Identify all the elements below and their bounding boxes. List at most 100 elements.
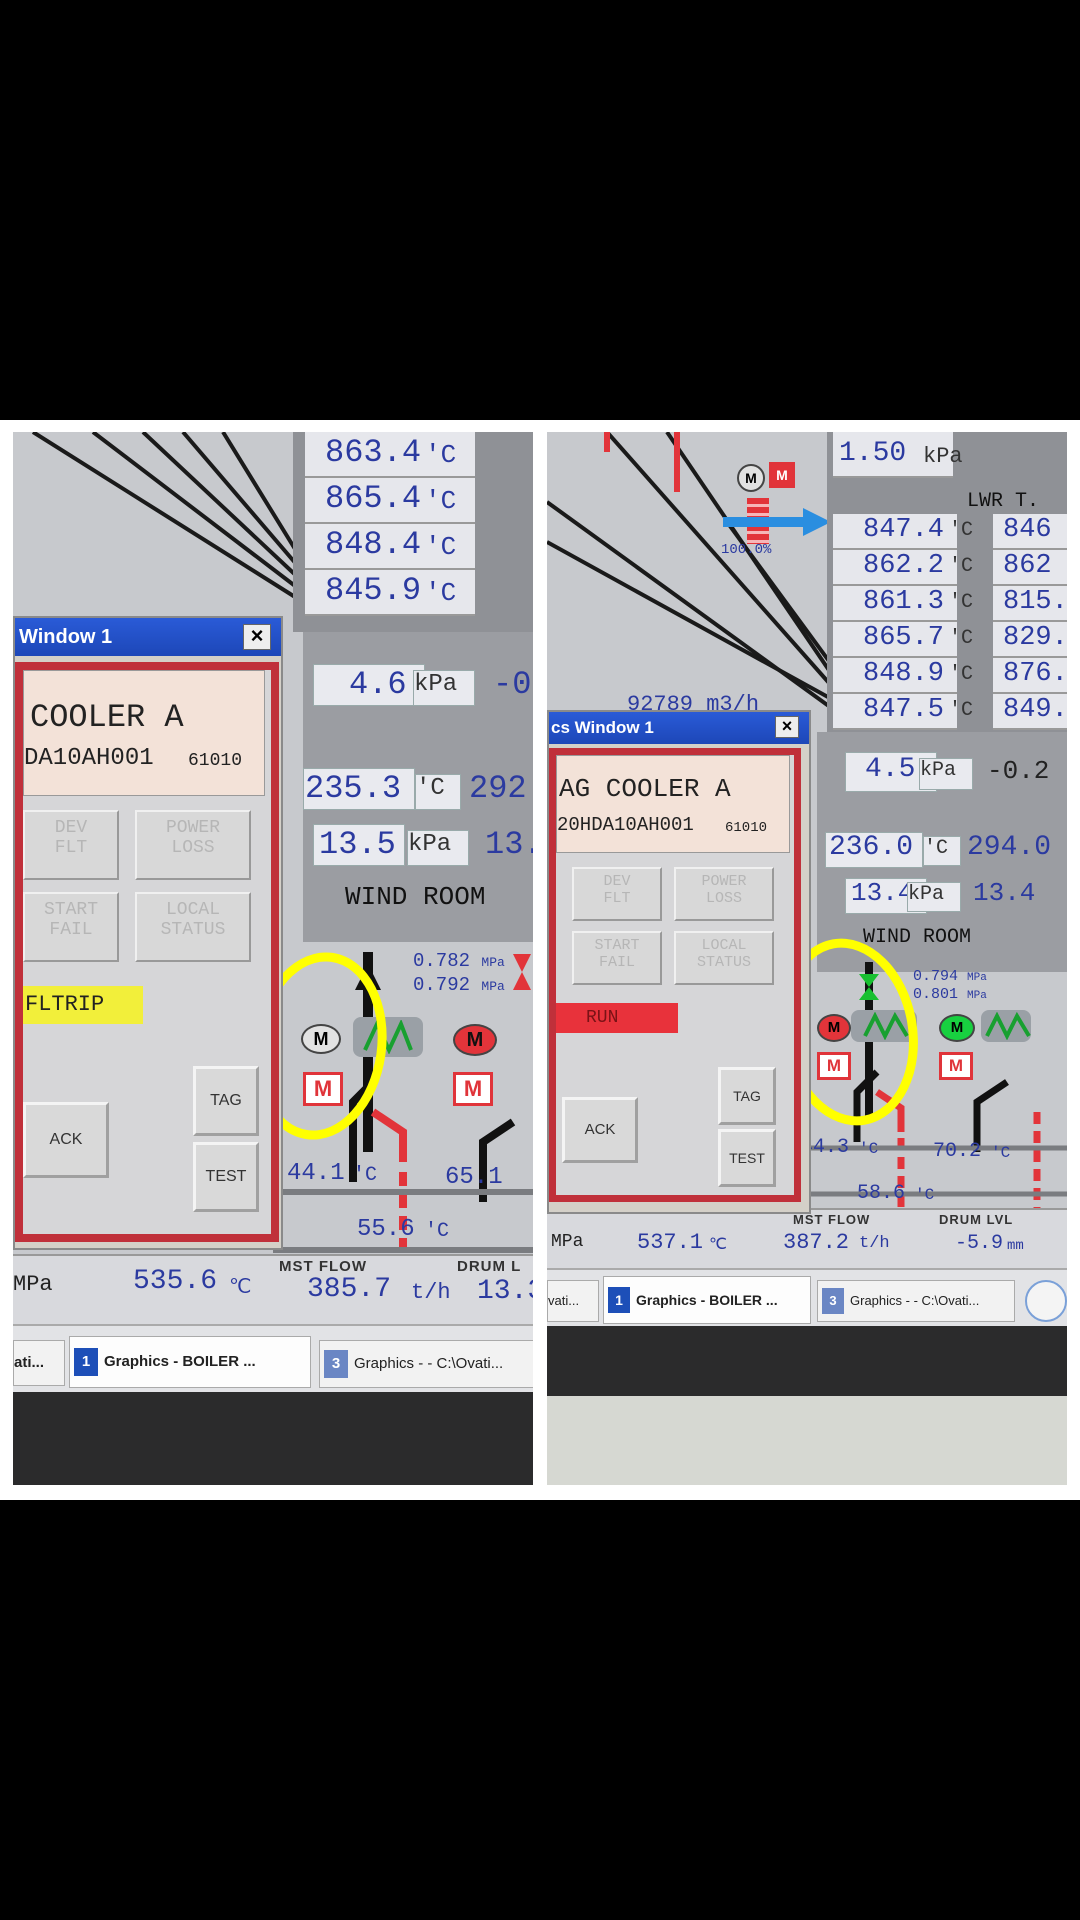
device-name: COOLER A [30,699,184,736]
window-title: cs Window 1 [551,718,654,737]
system-tray-icon[interactable] [1025,1280,1067,1322]
start-fail-button[interactable]: START FAIL [23,892,119,962]
taskbar-item-graphics[interactable]: 3 Graphics - - C:\Ovati... [319,1340,533,1388]
dev-flt-button[interactable]: DEV FLT [572,867,662,921]
taskbar-item[interactable]: ati... [13,1340,65,1386]
close-button[interactable]: × [243,624,271,650]
bottom-temp-unit: 'C [425,1220,450,1243]
flow-arrow-icon [723,508,831,536]
mpa-unit: MPa [551,1232,584,1252]
faceplate-window: cs Window 1 × AG COOLER A 20HDA10AH001 6… [547,710,811,1214]
pressure-value: 13.4 [851,878,914,908]
temp-unit: 'C [415,774,461,810]
taskbar-item[interactable]: vati... [547,1280,599,1322]
local-status-button[interactable]: LOCAL STATUS [674,931,774,985]
tag-button[interactable]: TAG [718,1067,776,1125]
temp-value: 847.4 [863,515,945,545]
temp-value: 848.4 [325,526,422,563]
mst-flow-label: MST FLOW [279,1258,367,1275]
device-code: 61010 [725,820,768,836]
temp-value: 235.3 [305,770,402,807]
steam-temp-unit: ℃ [229,1277,252,1300]
device-code: 61010 [188,751,243,771]
bottom-temp-unit: 'C [353,1164,378,1187]
top-pressure-unit: kPa [923,444,963,469]
mst-flow-unit: t/h [859,1234,890,1253]
device-tag: 20HDA10AH001 [557,814,694,836]
faceplate-window: Window 1 × COOLER A DA10AH001 61010 DEV … [13,616,283,1250]
faceplate-frame: AG COOLER A 20HDA10AH001 61010 DEV FLT P… [549,748,801,1202]
valve-icon [513,954,531,990]
process-lines [31,432,305,604]
mpa-reading: 0.792 MPa [413,974,505,996]
temp-value-b: 846 [1003,515,1052,545]
drum-lvl-value: -5.9 [955,1232,1004,1255]
device-name-box: AG COOLER A 20HDA10AH001 61010 [556,755,790,853]
temp-unit: 'C [949,699,974,722]
bottom-strip [13,1254,533,1326]
taskbar-item-graphics[interactable]: 3 Graphics - - C:\Ovati... [817,1280,1015,1322]
temp-value: 861.3 [863,587,945,617]
taskbar-item-boiler[interactable]: 1 Graphics - BOILER ... [69,1336,311,1388]
taskbar-number-badge: 3 [822,1288,844,1314]
temp-unit: 'C [923,836,961,866]
device-name: AG COOLER A [559,774,731,804]
temp-value-b: 876. [1003,659,1067,689]
temp-value: 848.9 [863,659,945,689]
status-indicator: FLTRIP [23,986,143,1024]
bottom-temp: 70.2 [933,1140,982,1163]
ack-button[interactable]: ACK [23,1102,109,1178]
power-loss-button[interactable]: POWER LOSS [674,867,774,921]
test-button[interactable]: TEST [193,1142,259,1212]
close-button[interactable]: × [775,716,799,738]
dev-flt-button[interactable]: DEV FLT [23,810,119,880]
pressure-value: 4.5 [865,754,916,785]
ack-button[interactable]: ACK [562,1097,638,1163]
motor-icon[interactable]: M [939,1014,975,1042]
taskbar-label: Graphics - - C:\Ovati... [354,1355,504,1372]
test-button[interactable]: TEST [718,1129,776,1187]
bottom-temp-unit: 'C [915,1186,935,1204]
mst-flow-unit: t/h [411,1280,451,1305]
pressure-value: 13.5 [319,826,396,863]
mst-flow-label: MST FLOW [793,1212,871,1227]
window-titlebar: Window 1 × [15,618,281,656]
local-status-button[interactable]: LOCAL STATUS [135,892,251,962]
manual-mode-icon[interactable]: M [769,462,795,488]
temp-value-b: 815. [1003,587,1067,617]
taskbar-item-boiler[interactable]: 1 Graphics - BOILER ... [603,1276,811,1324]
bottom-temp: 44.1 [287,1160,345,1187]
mpa-unit: MPa [13,1272,53,1297]
top-pressure: 1.50 [839,438,907,469]
motor-icon[interactable]: M [453,1024,497,1056]
taskbar: ati... 1 Graphics - BOILER ... 3 Graphics … [13,1324,533,1394]
temp-value-b: 292. [469,770,533,807]
bottom-temp: 55.6 [357,1216,415,1243]
mpa-reading: 0.794 MPa [913,968,987,985]
pressure-unit: kPa [407,830,469,866]
temp-unit: 'C [425,532,457,562]
right-screen-photo: M M 100.0% 1.50 kPa LWR T. 92789 m3/h 4.… [547,432,1067,1485]
tag-button[interactable]: TAG [193,1066,259,1136]
mpa-reading: 0.801 MPa [913,986,987,1003]
status-indicator: RUN [556,1003,678,1033]
pressure-value-b: -0 [493,666,532,703]
monitor-bezel [547,1326,1067,1396]
drum-value: 13.3 [477,1276,533,1307]
start-fail-button[interactable]: START FAIL [572,931,662,985]
bottom-temp: 58.6 [857,1182,906,1205]
pressure-value-b: 13. [485,826,533,863]
taskbar-number-badge: 1 [74,1348,98,1376]
wind-room-label: WIND ROOM [863,926,972,949]
taskbar-number-badge: 1 [608,1287,630,1313]
temp-unit: 'C [949,519,974,542]
bottom-temp-unit: 'C [859,1140,879,1158]
motor-icon[interactable]: M [737,464,765,492]
device-name-box: COOLER A DA10AH001 61010 [23,670,265,796]
temp-unit: 'C [425,486,457,516]
power-loss-button[interactable]: POWER LOSS [135,810,251,880]
temp-unit: 'C [949,627,974,650]
temp-value: 865.4 [325,480,422,517]
left-screen-photo: 863.4 865.4 848.4 845.9 'C 'C 'C 'C 4.6 … [13,432,533,1485]
pressure-unit: kPa [413,670,475,706]
